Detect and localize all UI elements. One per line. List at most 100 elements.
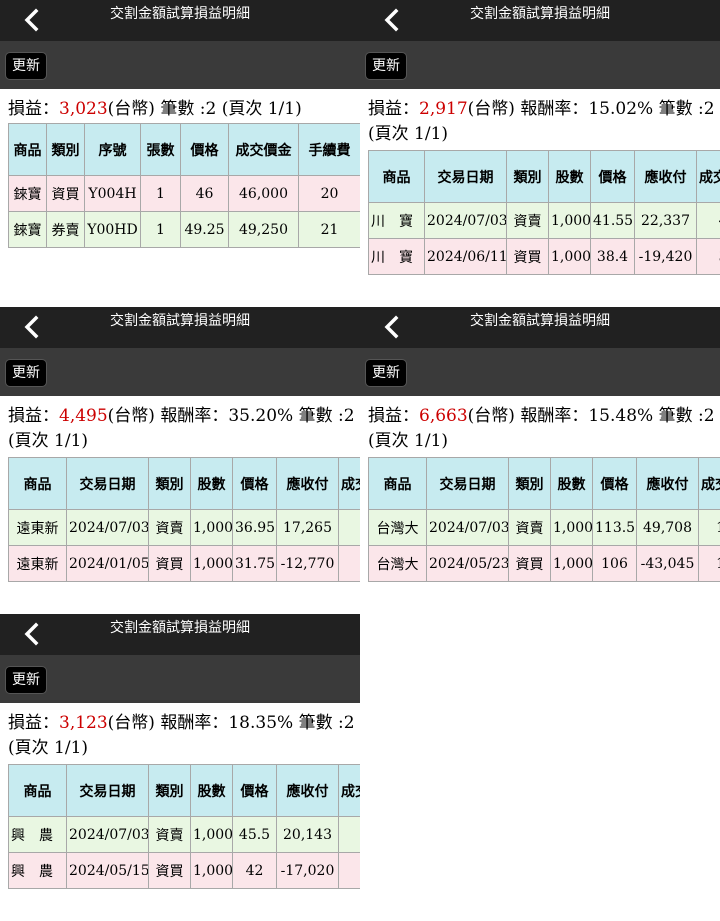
product-cell: 錸寶	[8, 175, 47, 212]
table-row[interactable]: 川寶 2024/06/11 資買 1,000 38.4 -19,420 38	[368, 238, 720, 275]
panel-1: 交割金額試算損益明細 更新 損益：3,023(台幣) 筆數 :2 (頁次 1/1…	[0, 0, 360, 300]
lots-cell: 1	[140, 175, 181, 212]
trade-table: 商品 交易日期 類別 股數 價格 應收付 成交 興農 2024/07/03 資賣…	[8, 764, 360, 889]
deal-cell: 41	[696, 202, 720, 239]
panel-5: 交割金額試算損益明細 更新 損益：3,123(台幣) 報酬率：18.35% 筆數…	[0, 614, 360, 914]
refresh-button[interactable]: 更新	[6, 360, 46, 386]
product-cell: 錸寶	[8, 211, 47, 248]
col-header: 成交	[338, 457, 360, 510]
refresh-button[interactable]: 更新	[366, 53, 406, 79]
col-header: 應收付	[276, 764, 339, 817]
table-row[interactable]: 錸寶 資買 Y004H 1 46 46,000 20	[8, 175, 360, 212]
col-header: 張數	[140, 123, 181, 176]
deal-cell: 45	[338, 816, 360, 853]
nav-bar: 交割金額試算損益明細	[0, 307, 360, 348]
toolbar: 更新	[0, 41, 360, 89]
type-cell: 資賣	[148, 509, 191, 546]
table-header-row: 商品 交易日期 類別 股數 價格 應收付 成交	[8, 764, 360, 817]
pnl-label: 損益：	[8, 406, 59, 426]
refresh-button[interactable]: 更新	[6, 53, 46, 79]
page-title: 交割金額試算損益明細	[110, 313, 250, 329]
price-cell: 106	[592, 545, 637, 582]
deal-cell: 113	[698, 509, 720, 546]
col-header: 應收付	[634, 150, 697, 203]
table-row[interactable]: 錸寶 券賣 Y00HD 1 49.25 49,250 21	[8, 211, 360, 248]
shares-cell: 1,000	[548, 238, 591, 275]
col-header: 類別	[46, 123, 85, 176]
nav-bar: 交割金額試算損益明細	[0, 0, 360, 41]
deal-cell: 42	[338, 852, 360, 889]
col-header: 交易日期	[66, 764, 149, 817]
col-header: 價格	[590, 150, 635, 203]
panel-3: 交割金額試算損益明細 更新 損益：4,495(台幣) 報酬率：35.20% 筆數…	[0, 307, 360, 607]
col-header: 交易日期	[66, 457, 149, 510]
table-row[interactable]: 川寶 2024/07/03 資賣 1,000 41.55 22,337 41	[368, 202, 720, 239]
amount-cell: 49,250	[228, 211, 299, 248]
table-header-row: 商品 交易日期 類別 股數 價格 應收付 成交	[8, 457, 360, 510]
pnl-label: 損益：	[368, 99, 419, 119]
fee-cell: 21	[298, 211, 360, 248]
pnl-value: 3,023	[59, 99, 108, 119]
col-header: 類別	[148, 764, 191, 817]
pnl-stats: 筆數 :2 (頁次 1/1)	[154, 99, 302, 119]
product-cell: 台灣大	[368, 509, 427, 546]
price-cell: 41.55	[590, 202, 635, 239]
refresh-button[interactable]: 更新	[366, 360, 406, 386]
price-cell: 113.5	[592, 509, 637, 546]
col-header: 商品	[8, 123, 47, 176]
pnl-value: 4,495	[59, 406, 108, 426]
pnl-summary: 損益：3,023(台幣) 筆數 :2 (頁次 1/1)	[8, 97, 356, 122]
date-cell: 2024/01/05	[66, 545, 149, 582]
col-header: 成交	[338, 764, 360, 817]
trade-table: 商品 交易日期 類別 股數 價格 應收付 成交 台灣大 2024/07/03 資…	[368, 457, 720, 582]
serial-cell: Y004H	[84, 175, 141, 212]
col-header: 類別	[148, 457, 191, 510]
payable-cell: 20,143	[276, 816, 339, 853]
shares-cell: 1,000	[548, 202, 591, 239]
table-row[interactable]: 遠東新 2024/07/03 資賣 1,000 36.95 17,265 36	[8, 509, 360, 546]
type-cell: 資賣	[508, 509, 551, 546]
price-cell: 46	[180, 175, 229, 212]
date-cell: 2024/07/03	[66, 816, 149, 853]
deal-cell: 31	[338, 545, 360, 582]
table-row[interactable]: 台灣大 2024/07/03 資賣 1,000 113.5 49,708 113	[368, 509, 720, 546]
product-cell: 興農	[8, 852, 67, 889]
nav-bar: 交割金額試算損益明細	[360, 307, 720, 348]
pnl-value: 3,123	[59, 713, 108, 733]
toolbar: 更新	[0, 348, 360, 396]
payable-cell: -43,045	[636, 545, 699, 582]
pnl-label: 損益：	[8, 713, 59, 733]
type-cell: 資買	[148, 852, 191, 889]
table-row[interactable]: 遠東新 2024/01/05 資買 1,000 31.75 -12,770 31	[8, 545, 360, 582]
page-title: 交割金額試算損益明細	[110, 6, 250, 22]
pnl-currency: (台幣)	[467, 99, 515, 119]
amount-cell: 46,000	[228, 175, 299, 212]
col-header: 商品	[8, 764, 67, 817]
product-cell: 遠東新	[8, 509, 67, 546]
price-cell: 49.25	[180, 211, 229, 248]
toolbar: 更新	[360, 41, 720, 89]
nav-bar: 交割金額試算損益明細	[360, 0, 720, 41]
table-header-row: 商品 類別 序號 張數 價格 成交價金 手續費	[8, 123, 360, 176]
table-row[interactable]: 台灣大 2024/05/23 資買 1,000 106 -43,045 106	[368, 545, 720, 582]
type-cell: 券賣	[46, 211, 85, 248]
deal-cell: 36	[338, 509, 360, 546]
table-row[interactable]: 興農 2024/05/15 資買 1,000 42 -17,020 42	[8, 852, 360, 889]
shares-cell: 1,000	[550, 509, 593, 546]
table-row[interactable]: 興農 2024/07/03 資賣 1,000 45.5 20,143 45	[8, 816, 360, 853]
trade-table: 商品 交易日期 類別 股數 價格 應收付 成交 川寶 2024/07/03 資賣…	[368, 150, 720, 275]
shares-cell: 1,000	[190, 852, 233, 889]
pnl-summary: 損益：6,663(台幣) 報酬率：15.48% 筆數 :2 (頁次 1/1)	[368, 404, 716, 454]
type-cell: 資買	[148, 545, 191, 582]
deal-cell: 38	[696, 238, 720, 275]
price-cell: 38.4	[590, 238, 635, 275]
price-cell: 45.5	[232, 816, 277, 853]
shares-cell: 1,000	[190, 545, 233, 582]
page-title: 交割金額試算損益明細	[110, 620, 250, 636]
pnl-value: 2,917	[419, 99, 468, 119]
pnl-label: 損益：	[8, 99, 59, 119]
shares-cell: 1,000	[190, 816, 233, 853]
shares-cell: 1,000	[550, 545, 593, 582]
refresh-button[interactable]: 更新	[6, 667, 46, 693]
lots-cell: 1	[140, 211, 181, 248]
